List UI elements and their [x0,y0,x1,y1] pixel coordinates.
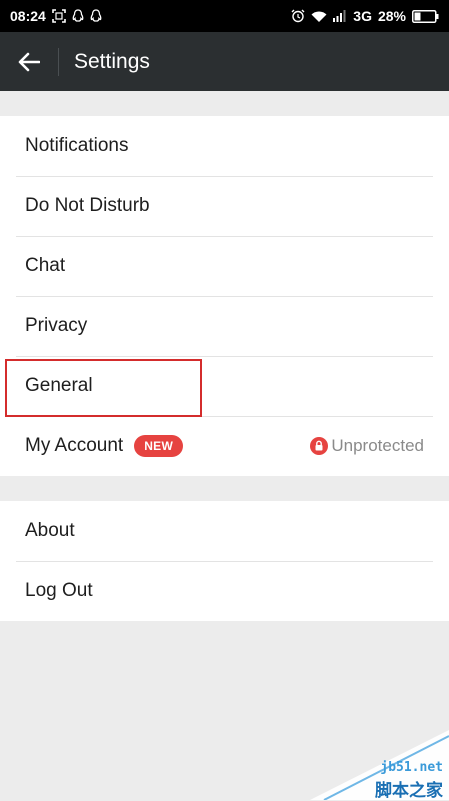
network-type: 3G [353,8,372,24]
status-bar: 08:24 3G 28% [0,0,449,32]
signal-icon [333,10,347,22]
settings-item-label: Do Not Disturb [25,195,150,216]
battery-percent: 28% [377,8,406,24]
settings-item-label: Log Out [25,580,93,601]
settings-group-secondary: About Log Out [0,501,449,621]
settings-item-about[interactable]: About [0,501,449,561]
account-protection-status: Unprotected [310,436,424,456]
settings-item-label: Notifications [25,135,129,156]
battery-icon [412,9,439,23]
qq-icon [90,9,102,23]
watermark: jb51.net 脚本之家 [310,730,449,800]
arrow-left-icon [18,52,40,71]
status-text: Unprotected [331,436,424,455]
page-title: Settings [74,49,150,73]
wifi-icon [311,10,327,23]
settings-item-my-account[interactable]: My Account NEW Unprotected [0,416,449,476]
new-badge: NEW [134,435,184,457]
watermark-url: jb51.net [380,760,443,775]
settings-item-log-out[interactable]: Log Out [0,561,449,621]
app-bar: Settings [0,32,449,91]
settings-item-label: My Account [25,435,124,456]
settings-group-main: Notifications Do Not Disturb Chat Privac… [0,116,449,476]
back-button[interactable] [0,32,58,91]
watermark-triangle [310,730,449,800]
settings-item-label: About [25,520,75,541]
app-bar-divider [58,47,59,76]
qq-icon [72,9,84,23]
settings-item-notifications[interactable]: Notifications [0,116,449,176]
screenshot-icon [52,9,66,23]
status-time: 08:24 [10,8,46,24]
settings-item-chat[interactable]: Chat [0,236,449,296]
settings-item-label: General [25,375,93,396]
settings-item-label: Privacy [25,315,88,336]
status-bar-right: 3G 28% [291,8,439,24]
watermark-brand: 脚本之家 [375,781,443,800]
settings-item-label: Chat [25,255,66,276]
settings-item-do-not-disturb[interactable]: Do Not Disturb [0,176,449,236]
status-bar-left: 08:24 [10,8,102,24]
settings-item-general[interactable]: General [0,356,449,416]
lock-icon [310,437,329,455]
settings-item-privacy[interactable]: Privacy [0,296,449,356]
alarm-icon [291,9,305,23]
